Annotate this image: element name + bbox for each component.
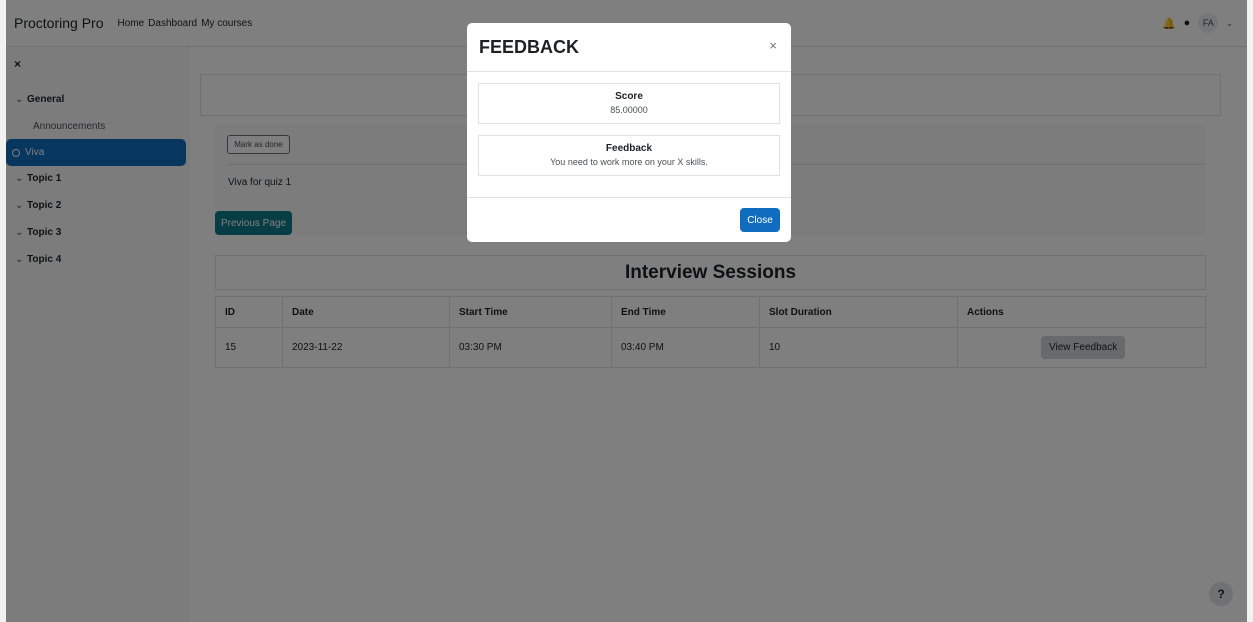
feedback-label: Feedback <box>605 143 653 154</box>
window-edge-left <box>0 0 6 622</box>
close-button[interactable]: Close <box>740 208 780 232</box>
score-card: Score 85.00000 <box>478 83 780 124</box>
score-label: Score <box>615 91 643 102</box>
window-edge-right <box>1247 0 1253 622</box>
close-icon[interactable]: × <box>769 38 777 53</box>
modal-title: FEEDBACK <box>479 36 580 57</box>
modal-footer-divider <box>467 197 791 198</box>
modal-header: FEEDBACK × <box>467 23 791 72</box>
feedback-text: You need to work more on your X skills. <box>550 157 708 167</box>
feedback-card: Feedback You need to work more on your X… <box>478 135 780 176</box>
score-value: 85.00000 <box>610 105 648 115</box>
feedback-modal: FEEDBACK × Score 85.00000 Feedback You n… <box>467 23 791 242</box>
